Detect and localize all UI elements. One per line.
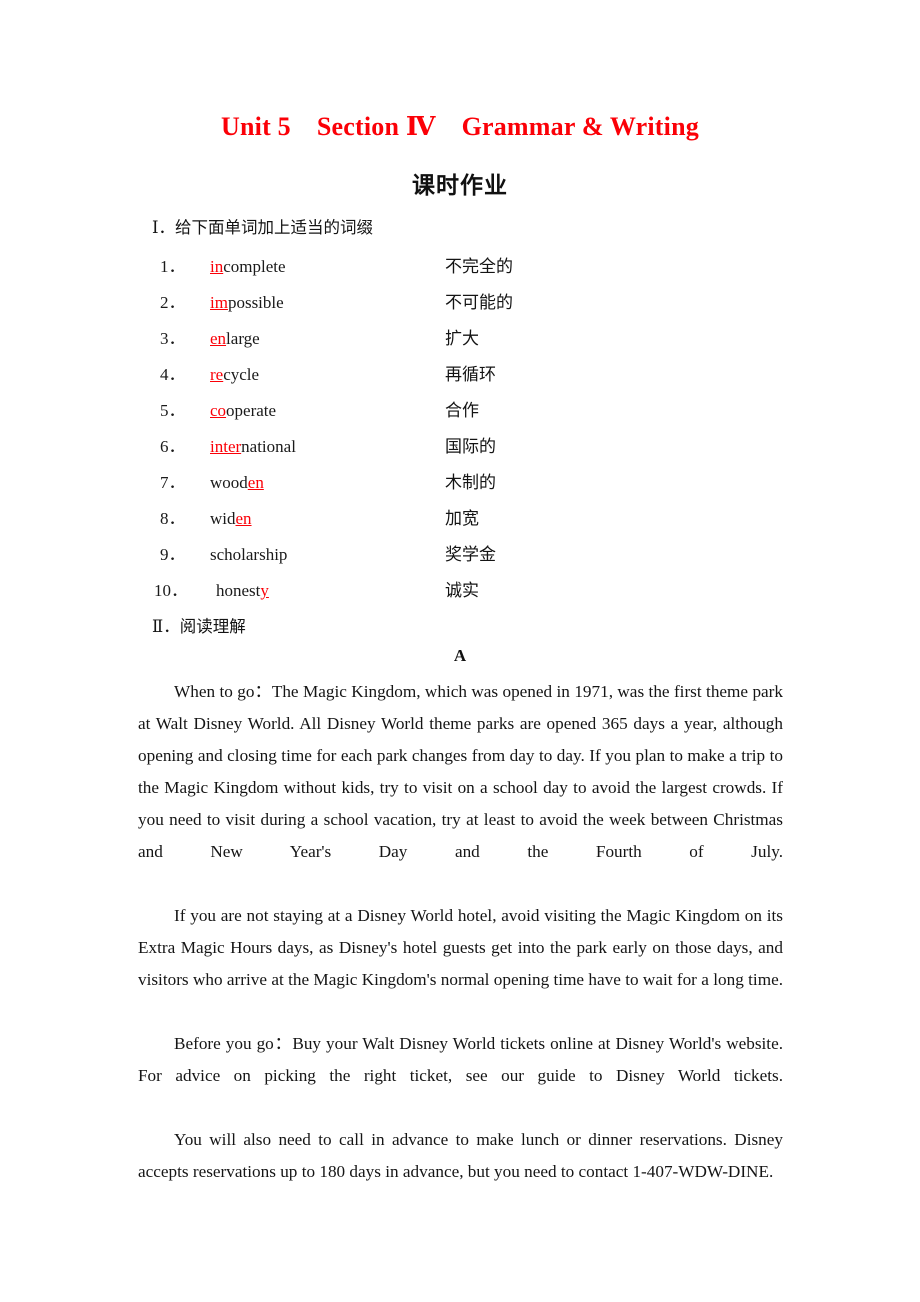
worksheet-page: Unit 5 Section Ⅳ Grammar & Writing 课时作业 Ⅰ．… <box>0 0 920 1302</box>
passage-label: A <box>453 646 467 665</box>
item-affix: in <box>210 257 224 276</box>
list-item: 10． honesty 诚实 <box>138 573 658 609</box>
item-index: 7． <box>160 473 186 492</box>
item-translation: 再循环 <box>445 365 496 385</box>
item-translation: 扩大 <box>445 329 479 349</box>
item-stem: cycle <box>223 365 260 384</box>
section-numeral-2: Ⅱ <box>152 617 164 636</box>
item-affix: en <box>210 329 227 348</box>
list-item: 5． cooperate 合作 <box>138 393 658 429</box>
item-word: recycle <box>210 357 259 393</box>
list-item: 8． widen 加宽 <box>138 501 658 537</box>
item-word: cooperate <box>210 393 276 429</box>
item-stem: large <box>226 329 260 348</box>
item-word: scholarship <box>210 537 287 573</box>
item-translation: 诚实 <box>445 581 479 601</box>
item-stem: possible <box>227 293 284 312</box>
item-translation: 奖学金 <box>445 545 496 565</box>
section-heading-1: Ⅰ．给下面单词加上适当的词缀 <box>152 214 373 238</box>
item-affix: inter <box>210 437 242 456</box>
page-title: Unit 5 Section Ⅳ Grammar & Writing <box>0 112 920 142</box>
item-translation: 国际的 <box>445 437 496 457</box>
item-index: 2． <box>160 293 186 312</box>
item-word: enlarge <box>210 321 260 357</box>
item-translation: 木制的 <box>445 473 496 493</box>
item-index: 10． <box>154 581 188 600</box>
title-topic: Grammar & Writing <box>461 112 699 141</box>
item-affix: en <box>235 509 252 528</box>
paragraph: If you are not staying at a Disney World… <box>138 906 783 989</box>
item-stem: scholarship <box>210 545 288 564</box>
item-stem: honest <box>216 581 261 600</box>
item-index: 3． <box>160 329 186 348</box>
section-heading-text-2: 阅读理解 <box>179 617 246 636</box>
item-index: 6． <box>160 437 186 456</box>
section-heading-2: Ⅱ．阅读理解 <box>152 613 246 637</box>
list-item: 7． wooden 木制的 <box>138 465 658 501</box>
item-stem: wid <box>210 509 236 528</box>
item-affix: im <box>210 293 228 312</box>
item-affix: co <box>210 401 227 420</box>
item-stem: wood <box>210 473 248 492</box>
item-translation: 加宽 <box>445 509 479 529</box>
item-index: 5． <box>160 401 186 420</box>
paragraph: You will also need to call in advance to… <box>138 1130 783 1181</box>
item-translation: 合作 <box>445 401 479 421</box>
list-item: 3． enlarge 扩大 <box>138 321 658 357</box>
item-affix: en <box>247 473 264 492</box>
subtitle: 课时作业 <box>412 173 508 199</box>
paragraph: When to go：The Magic Kingdom, which was … <box>138 682 783 861</box>
item-word: wooden <box>210 465 264 501</box>
title-unit: Unit 5 <box>221 112 291 141</box>
item-index: 4． <box>160 365 186 384</box>
item-word: impossible <box>210 285 284 321</box>
item-word: widen <box>210 501 252 537</box>
title-section: Section Ⅳ <box>316 112 436 141</box>
item-index: 1． <box>160 257 186 276</box>
item-index: 8． <box>160 509 186 528</box>
item-translation: 不完全的 <box>445 257 513 277</box>
list-item: 4． recycle 再循环 <box>138 357 658 393</box>
list-item: 1． incomplete 不完全的 <box>138 249 658 285</box>
item-stem: national <box>241 437 296 456</box>
list-item: 2． impossible 不可能的 <box>138 285 658 321</box>
item-word: incomplete <box>210 249 286 285</box>
vocabulary-list: 1． incomplete 不完全的 2． impossible 不可能的 3．… <box>138 249 658 609</box>
paragraph: Before you go：Buy your Walt Disney World… <box>138 1034 783 1085</box>
section-separator-2: ． <box>163 617 180 636</box>
section-heading-text-1: 给下面单词加上适当的词缀 <box>175 218 374 237</box>
item-affix: y <box>260 581 269 600</box>
section-separator-1: ． <box>158 218 176 237</box>
list-item: 6． international 国际的 <box>138 429 658 465</box>
item-stem: complete <box>223 257 286 276</box>
list-item: 9． scholarship 奖学金 <box>138 537 658 573</box>
item-stem: operate <box>226 401 277 420</box>
item-word: international <box>210 429 296 465</box>
item-index: 9． <box>160 545 186 564</box>
item-translation: 不可能的 <box>445 293 513 313</box>
reading-passage: When to go：The Magic Kingdom, which was … <box>138 676 783 1188</box>
item-word: honesty <box>216 573 269 609</box>
item-affix: re <box>210 365 224 384</box>
